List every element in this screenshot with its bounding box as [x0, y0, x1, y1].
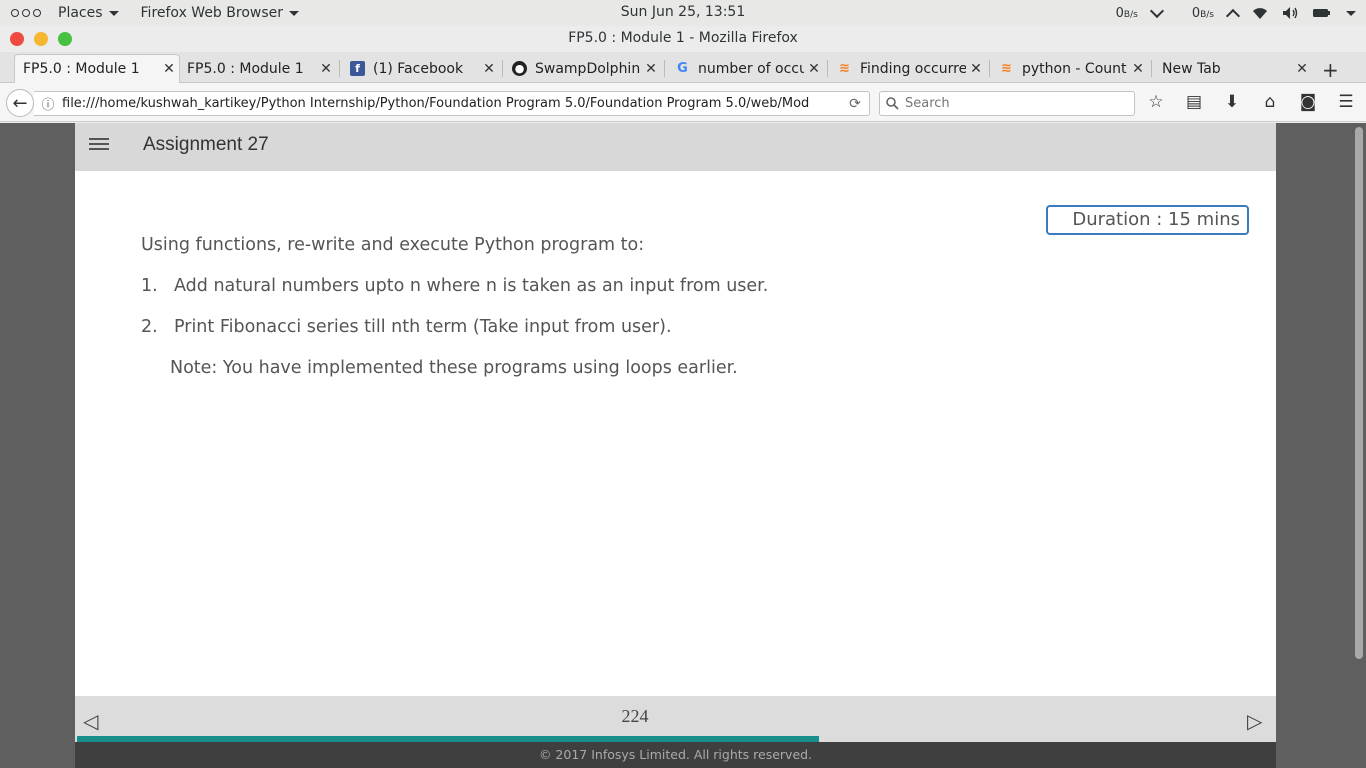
tab[interactable]: ≋ Finding occurren ✕ [829, 54, 990, 83]
vertical-scrollbar[interactable] [1352, 123, 1366, 768]
facebook-icon: f [350, 61, 365, 76]
tab-label: number of occur [698, 60, 804, 77]
tab[interactable]: New Tab ✕ [1154, 54, 1312, 83]
google-icon: G [677, 61, 688, 76]
close-tab-icon[interactable]: ✕ [966, 61, 986, 77]
tab-label: New Tab [1162, 60, 1221, 77]
tab-label: python - Count [1022, 60, 1127, 77]
reading-list-icon[interactable]: ▤ [1184, 92, 1204, 112]
bookmark-star-icon[interactable]: ☆ [1146, 92, 1166, 112]
navigation-toolbar: ⓘ file:///home/kushwah_kartikey/Python I… [0, 83, 1366, 122]
page-header: Assignment 27 [75, 123, 1276, 171]
tab[interactable]: G number of occur ✕ [667, 54, 828, 83]
list-number: 1. [141, 276, 158, 296]
chevron-down-icon [108, 10, 119, 16]
tab[interactable]: FP5.0 : Module 1 ✕ [179, 54, 340, 83]
close-tab-icon[interactable]: ✕ [159, 61, 179, 77]
page-title: Assignment 27 [143, 134, 269, 155]
close-tab-icon[interactable]: ✕ [479, 61, 499, 77]
places-menu[interactable]: Places [52, 5, 125, 21]
page-viewport: Assignment 27 Duration : 15 mins Using f… [0, 123, 1366, 768]
net-upload-speed: 0B/s [1191, 5, 1214, 21]
activities-icon[interactable] [0, 9, 52, 17]
assignment-note: Note: You have implemented these program… [170, 358, 738, 378]
wifi-icon [1253, 7, 1267, 19]
volume-icon [1283, 7, 1298, 19]
stackoverflow-icon: ≋ [839, 61, 850, 76]
net-download-speed: 0B/s [1115, 5, 1138, 21]
tab[interactable]: FP5.0 : Module 1 ✕ [14, 54, 180, 83]
reload-icon[interactable]: ⟳ [841, 96, 869, 112]
downloads-icon[interactable]: ⬇ [1222, 92, 1242, 112]
list-item: 2. Print Fibonacci series till nth term (… [141, 317, 768, 337]
close-tab-icon[interactable]: ✕ [316, 61, 336, 77]
duration-badge: Duration : 15 mins [1046, 205, 1249, 235]
search-icon [886, 97, 899, 110]
system-indicators[interactable]: 0B/s 0B/s [1116, 0, 1356, 26]
assignment-content: Using functions, re-write and execute Py… [141, 235, 768, 399]
window-title: FP5.0 : Module 1 - Mozilla Firefox [568, 30, 798, 46]
pocket-icon[interactable]: ◙ [1298, 92, 1318, 112]
close-tab-icon[interactable]: ✕ [804, 61, 824, 77]
close-tab-icon[interactable]: ✕ [641, 61, 661, 77]
list-item-text: Add natural numbers upto n where n is ta… [174, 276, 769, 296]
next-page-icon[interactable]: ▷ [1247, 709, 1262, 733]
home-icon[interactable]: ⌂ [1260, 92, 1280, 112]
tab-strip: FP5.0 : Module 1 ✕ FP5.0 : Module 1 ✕ f … [0, 52, 1366, 83]
assignment-list: 1. Add natural numbers upto n where n is … [141, 276, 768, 337]
copyright-footer: © 2017 Infosys Limited. All rights reser… [75, 742, 1276, 768]
list-item-text: Print Fibonacci series till nth term (Ta… [174, 317, 672, 337]
tab-label: Finding occurren [860, 60, 966, 77]
battery-icon [1313, 9, 1330, 17]
search-input[interactable] [905, 96, 1125, 111]
search-bar[interactable] [879, 91, 1135, 116]
hamburger-menu-icon[interactable] [89, 138, 109, 153]
info-icon[interactable]: ⓘ [34, 94, 62, 113]
url-text[interactable]: file:///home/kushwah_kartikey/Python Int… [62, 96, 841, 111]
app-menu[interactable]: Firefox Web Browser [135, 5, 306, 21]
tab[interactable]: ≋ python - Count ✕ [991, 54, 1152, 83]
system-top-bar: Places Firefox Web Browser Sun Jun 25, 1… [0, 0, 1366, 26]
chevron-down-icon [289, 10, 300, 16]
upload-arrow-icon [1225, 8, 1241, 23]
back-button[interactable]: ← [6, 89, 34, 117]
list-number: 2. [141, 317, 158, 337]
scrollbar-thumb[interactable] [1355, 127, 1363, 659]
tab[interactable]: f (1) Facebook ✕ [342, 54, 503, 83]
assignment-intro: Using functions, re-write and execute Py… [141, 235, 645, 255]
close-tab-icon[interactable]: ✕ [1292, 61, 1312, 77]
close-tab-icon[interactable]: ✕ [1128, 61, 1148, 77]
tab-label: (1) Facebook [373, 60, 464, 77]
menu-icon[interactable]: ☰ [1336, 92, 1356, 112]
stackoverflow-icon: ≋ [1001, 61, 1012, 76]
tab-label: FP5.0 : Module 1 [23, 61, 140, 77]
window-title-bar: FP5.0 : Module 1 - Mozilla Firefox [0, 26, 1366, 52]
tab[interactable]: ● SwampDolphin9 ✕ [504, 54, 665, 83]
assignment-page: Assignment 27 Duration : 15 mins Using f… [75, 123, 1276, 768]
tab-label: FP5.0 : Module 1 [187, 60, 304, 77]
url-bar[interactable]: ⓘ file:///home/kushwah_kartikey/Python I… [34, 91, 870, 116]
places-label: Places [58, 5, 103, 21]
github-icon: ● [512, 61, 527, 76]
list-item: 1. Add natural numbers upto n where n is … [141, 276, 768, 296]
tab-label: SwampDolphin9 [535, 60, 641, 77]
app-menu-label: Firefox Web Browser [140, 5, 284, 21]
download-arrow-icon [1149, 3, 1164, 18]
back-arrow-icon: ← [12, 92, 28, 114]
page-number: 224 [621, 706, 649, 726]
new-tab-button[interactable]: + [1322, 58, 1339, 82]
chevron-down-icon [1346, 10, 1356, 16]
